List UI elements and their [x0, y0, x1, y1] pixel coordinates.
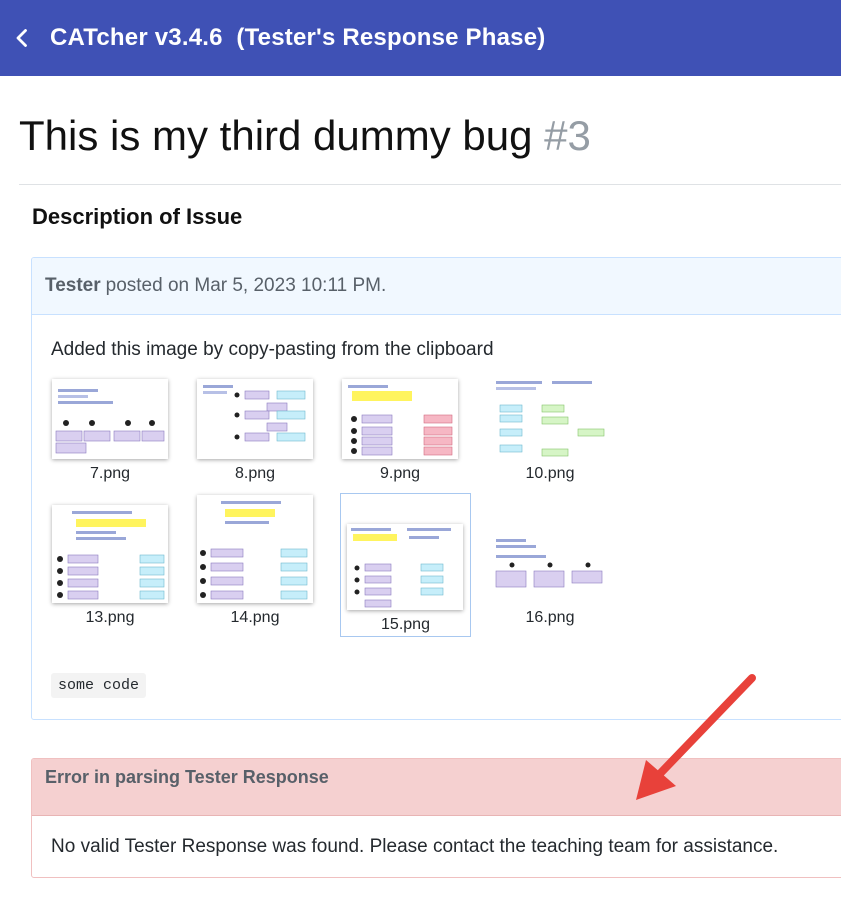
inline-code: some code	[51, 673, 147, 698]
chevron-left-icon	[16, 29, 27, 47]
issue-title-text: This is my third dummy bug	[19, 112, 533, 159]
error-heading: Error in parsing Tester Response	[32, 759, 841, 816]
image-thumbnail-selected[interactable]: 15.png	[340, 493, 471, 637]
back-button[interactable]	[4, 20, 40, 56]
thumbnail-image	[197, 495, 313, 603]
thumbnail-caption: 15.png	[381, 616, 430, 633]
app-toolbar: CATcher v3.4.6 (Tester's Response Phase)	[0, 0, 841, 76]
thumbnail-caption: 7.png	[89, 465, 131, 482]
thumbnail-image	[197, 379, 313, 459]
thumbnail-caption: 14.png	[230, 609, 280, 626]
comment-header: Tester posted on Mar 5, 2023 10:11 PM.	[32, 258, 841, 315]
image-thumbnail[interactable]: 14.png	[189, 495, 321, 649]
thumbnail-image	[347, 524, 463, 610]
description-heading: Description of Issue	[32, 204, 243, 229]
thumbnail-image	[492, 537, 608, 589]
comment-body: Added this image by copy-pasting from th…	[32, 315, 841, 719]
title-divider	[19, 184, 841, 185]
thumbnail-image	[52, 505, 168, 603]
issue-title: This is my third dummy bug #3	[19, 112, 591, 160]
thumbnail-caption: 10.png	[525, 465, 575, 482]
thumbnail-caption: 16.png	[525, 609, 575, 626]
comment-timestamp: posted on Mar 5, 2023 10:11 PM.	[105, 275, 387, 296]
thumbnail-caption: 9.png	[379, 465, 421, 482]
issue-number: #3	[544, 112, 591, 159]
thumbnail-caption: 13.png	[85, 609, 135, 626]
image-thumbnail[interactable]: 7.png	[44, 379, 176, 521]
thumbnail-image	[52, 379, 168, 459]
app-title: CATcher v3.4.6 (Tester's Response Phase)	[50, 24, 546, 51]
image-thumbnail[interactable]: 13.png	[44, 505, 176, 649]
thumbnail-image	[492, 379, 608, 459]
thumbnail-image	[342, 379, 458, 459]
error-panel: Error in parsing Tester Response No vali…	[31, 758, 841, 878]
description-comment: Tester posted on Mar 5, 2023 10:11 PM. A…	[31, 257, 841, 720]
image-thumbnail[interactable]: 16.png	[484, 507, 616, 649]
image-thumbnail[interactable]: 10.png	[484, 379, 616, 521]
comment-author[interactable]: Tester	[45, 275, 101, 297]
comment-text: Added this image by copy-pasting from th…	[51, 339, 494, 360]
thumbnail-caption: 8.png	[234, 465, 276, 482]
error-message: No valid Tester Response was found. Plea…	[51, 836, 779, 857]
